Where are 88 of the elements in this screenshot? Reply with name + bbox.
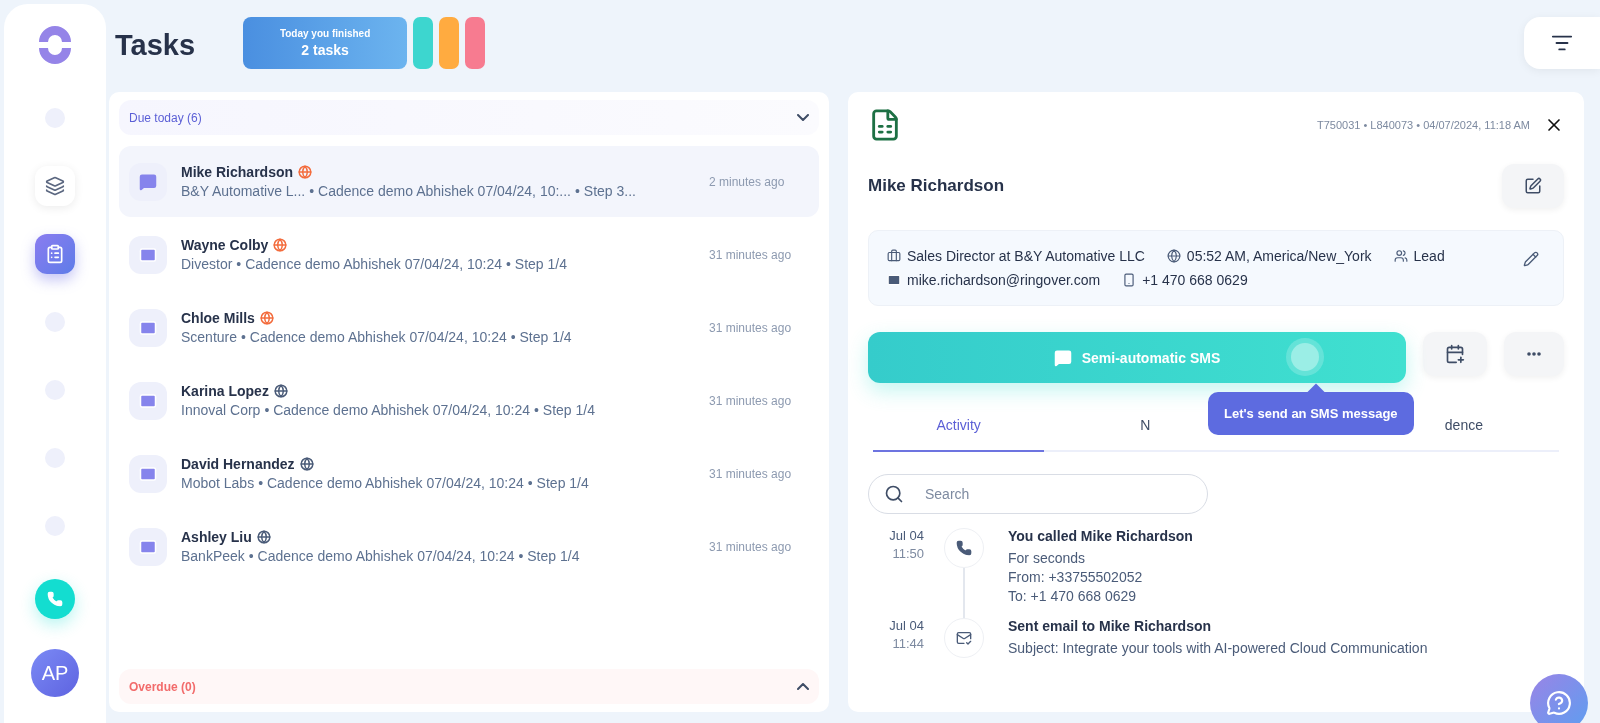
chat-icon (1053, 348, 1072, 367)
company-name: Mobot Labs (181, 475, 255, 491)
phone-icon (47, 591, 63, 607)
time-ago: 2 minutes ago (709, 174, 786, 189)
lead-name: Ashley Liu (181, 529, 252, 545)
search-icon (884, 484, 904, 504)
cadence-text: • Cadence demo Abhishek 07/04/24, 10:24 (236, 256, 502, 272)
page-title: Tasks (115, 29, 196, 62)
activity-date: Jul 04 (889, 618, 924, 633)
lead-name: Mike Richardson (868, 176, 1005, 196)
people-icon (1393, 249, 1408, 263)
search-field[interactable]: Search (868, 474, 1208, 514)
smartphone-icon (1122, 273, 1137, 287)
lead-name: Karina Lopez (181, 383, 269, 399)
lead-name: Chloe Mills (181, 310, 255, 326)
nav-item[interactable] (35, 234, 75, 274)
briefcase-icon (887, 249, 901, 263)
schedule-button[interactable] (1423, 332, 1487, 376)
tab[interactable]: N (1140, 417, 1151, 433)
cadence-text: • Cadence demo Abhishek 07/04/24, 10:... (309, 183, 571, 199)
cadence-text: • Cadence demo Abhishek 07/04/24, 10:24 (241, 329, 507, 345)
pulse-dot (1286, 338, 1324, 376)
chevron-up-icon (797, 683, 809, 690)
activity-detail: For seconds (1008, 550, 1087, 566)
time-ago: 31 minutes ago (709, 247, 793, 262)
company-name: Innoval Corp (181, 402, 261, 418)
chevron-down-icon (797, 114, 809, 121)
phone-button[interactable] (35, 579, 75, 619)
help-icon (1546, 690, 1572, 716)
group-label: Overdue (0) (129, 679, 196, 694)
time-ago: 31 minutes ago (709, 320, 793, 335)
step-text: • Step 1/4 (534, 402, 595, 418)
time-ago: 31 minutes ago (709, 539, 793, 554)
lead-name: Mike Richardson (181, 164, 294, 180)
calendar-icon (1445, 344, 1465, 364)
group-label: Due today (6) (129, 110, 202, 125)
filter-button[interactable] (1524, 17, 1600, 69)
clipboard-icon (45, 244, 65, 264)
activity-date: Jul 04 (889, 528, 924, 543)
pencil-icon[interactable] (1523, 251, 1539, 267)
email-address: mike.richardson@ringover.com (907, 272, 1101, 288)
activity-title: Sent email to Mike Richardson (1008, 618, 1213, 634)
tooltip: Let's send an SMS message (1208, 392, 1414, 435)
company-name: Scenture (181, 329, 238, 345)
globe-icon (1166, 249, 1181, 263)
button-label: Semi-automatic SMS (1081, 349, 1221, 366)
stack-icon (45, 176, 65, 196)
help-button[interactable] (1530, 674, 1588, 723)
cadence-text: • Cadence demo Abhishek 07/04/24, 10:24 (264, 402, 531, 418)
lead-type: Lead (1413, 248, 1445, 264)
local-time: 05:52 AM, America/New_York (1186, 248, 1372, 264)
cadence-text: • Cadence demo Abhishek 07/04/24, 10:24 (258, 475, 524, 491)
activity-detail: To: +1 470 668 0629 (1008, 588, 1138, 604)
cadence-text: • Cadence demo Abhishek 07/04/24, 10:24 (248, 548, 515, 564)
company-name: BankPeek (181, 548, 245, 564)
time-ago: 31 minutes ago (709, 393, 793, 408)
tab[interactable]: dence (1444, 417, 1483, 433)
activity-detail: From: +33755502052 (1008, 569, 1144, 585)
banner-count: 2 tasks (301, 42, 349, 58)
activity-title: You called Mike Richardson (1008, 528, 1193, 544)
step-text: • Step 1/4 (506, 256, 567, 272)
banner-caption: Today you finished (279, 28, 371, 39)
edit-button[interactable] (1502, 164, 1564, 208)
activity-detail: Subject: Integrate your tools with AI-powered Cloud Communication (1008, 640, 1428, 656)
time-ago: 31 minutes ago (709, 466, 793, 481)
phone-number: +1 470 668 0629 (1142, 272, 1248, 288)
activity-time: 11:50 (892, 546, 924, 561)
tab[interactable]: Activity (936, 417, 981, 433)
ellipsis-icon (1527, 352, 1541, 356)
activity-time: 11:44 (892, 636, 924, 651)
lead-name: David Hernandez (181, 456, 295, 472)
chat-icon (129, 162, 167, 201)
step-text: • Step 1/4 (527, 475, 589, 491)
step-text: • Step 1/4 (518, 548, 580, 564)
user-avatar[interactable]: AP (31, 649, 79, 697)
due-today-bar[interactable]: Due today (6) (119, 100, 819, 135)
more-button[interactable] (1504, 332, 1564, 376)
edit-icon (1524, 177, 1542, 195)
company-name: Divestor (181, 256, 233, 272)
step-text: • Step 1/4 (510, 329, 572, 345)
logo-icon (36, 26, 74, 64)
task-row[interactable]: Mike Richardson B&Y Automative L... • Cadence demo Abhishek 07/04/24, 10:... • Step 3... 2 minutes ago (119, 146, 819, 217)
nav-item[interactable] (35, 166, 75, 206)
company-name: B&Y Automative L... (181, 183, 306, 199)
task-meta: T750031 • L840073 • 04/07/2024, 11:18 AM (1317, 119, 1530, 131)
job-text: Sales Director at B&Y Automative LLC (907, 248, 1145, 264)
step-text: • Step 3... (575, 183, 636, 199)
lead-name: Wayne Colby (181, 237, 269, 253)
